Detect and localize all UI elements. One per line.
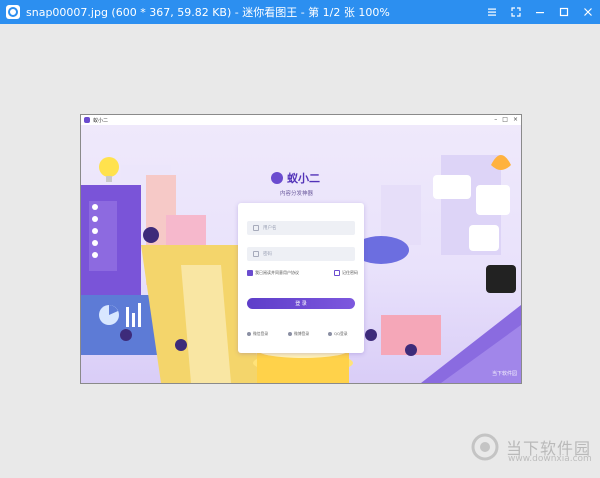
- weibo-icon: [288, 332, 292, 336]
- app-maximize-icon[interactable]: □: [502, 116, 508, 123]
- checkbox-checked-icon: [247, 270, 253, 276]
- viewer-title-bar: snap00007.jpg (600 * 367, 59.82 KB) - 迷你…: [0, 0, 600, 24]
- social-label: 微博登录: [294, 331, 310, 336]
- watermark-url: www.downxia.com: [508, 454, 592, 464]
- app-close-icon[interactable]: ×: [513, 116, 518, 123]
- user-icon: [253, 225, 259, 231]
- login-scene: 蚁小二 内容分发神器 用户名 密码 我已阅读并同意用户协议 记住密码 登 录 微…: [81, 125, 521, 383]
- viewer-title: snap00007.jpg (600 * 367, 59.82 KB) - 迷你…: [26, 6, 390, 19]
- menu-icon[interactable]: [480, 0, 504, 24]
- qq-icon: [328, 332, 332, 336]
- image-watermark: 当下软件园: [491, 371, 517, 377]
- watermark-logo-icon: [471, 433, 499, 461]
- social-label: 微信登录: [253, 331, 269, 336]
- login-button[interactable]: 登 录: [247, 298, 355, 309]
- app-window: 蚁小二 – □ × 蚁小二 内容分发神器 用户名 密码 我已阅读并同意用户协议 …: [80, 114, 522, 384]
- app-window-icon: [84, 117, 90, 123]
- password-field[interactable]: 密码: [247, 247, 355, 261]
- minimize-icon[interactable]: [528, 0, 552, 24]
- wechat-icon: [247, 332, 251, 336]
- close-icon[interactable]: [576, 0, 600, 24]
- agree-checkbox[interactable]: 我已阅读并同意用户协议: [247, 270, 299, 276]
- site-watermark: 当下软件园 www.downxia.com: [470, 432, 592, 464]
- fullscreen-icon[interactable]: [504, 0, 528, 24]
- maximize-icon[interactable]: [552, 0, 576, 24]
- social-login-qq[interactable]: QQ登录: [328, 331, 348, 337]
- social-login-wechat[interactable]: 微信登录: [247, 331, 268, 337]
- username-field[interactable]: 用户名: [247, 221, 355, 235]
- viewer-app-icon: [6, 5, 20, 19]
- brand-name: 蚁小二: [287, 172, 320, 185]
- brand: 蚁小二: [271, 170, 320, 186]
- password-placeholder: 密码: [263, 252, 272, 257]
- remember-checkbox[interactable]: 记住密码: [334, 270, 358, 276]
- lock-icon: [253, 251, 259, 257]
- checkbox-unchecked-icon: [334, 270, 340, 276]
- social-label: QQ登录: [334, 331, 348, 336]
- tagline: 内容分发神器: [280, 191, 314, 197]
- login-card: 用户名 密码 我已阅读并同意用户协议 记住密码 登 录 微信登录 微博登录 QQ…: [238, 203, 364, 353]
- brand-logo-icon: [271, 172, 283, 184]
- remember-label: 记住密码: [342, 270, 358, 275]
- agree-label: 我已阅读并同意用户协议: [255, 270, 299, 275]
- app-window-title: 蚁小二: [93, 117, 109, 124]
- app-title-bar: 蚁小二 – □ ×: [81, 115, 521, 125]
- app-minimize-icon[interactable]: –: [494, 116, 497, 123]
- social-login-weibo[interactable]: 微博登录: [288, 331, 309, 337]
- username-placeholder: 用户名: [263, 226, 277, 231]
